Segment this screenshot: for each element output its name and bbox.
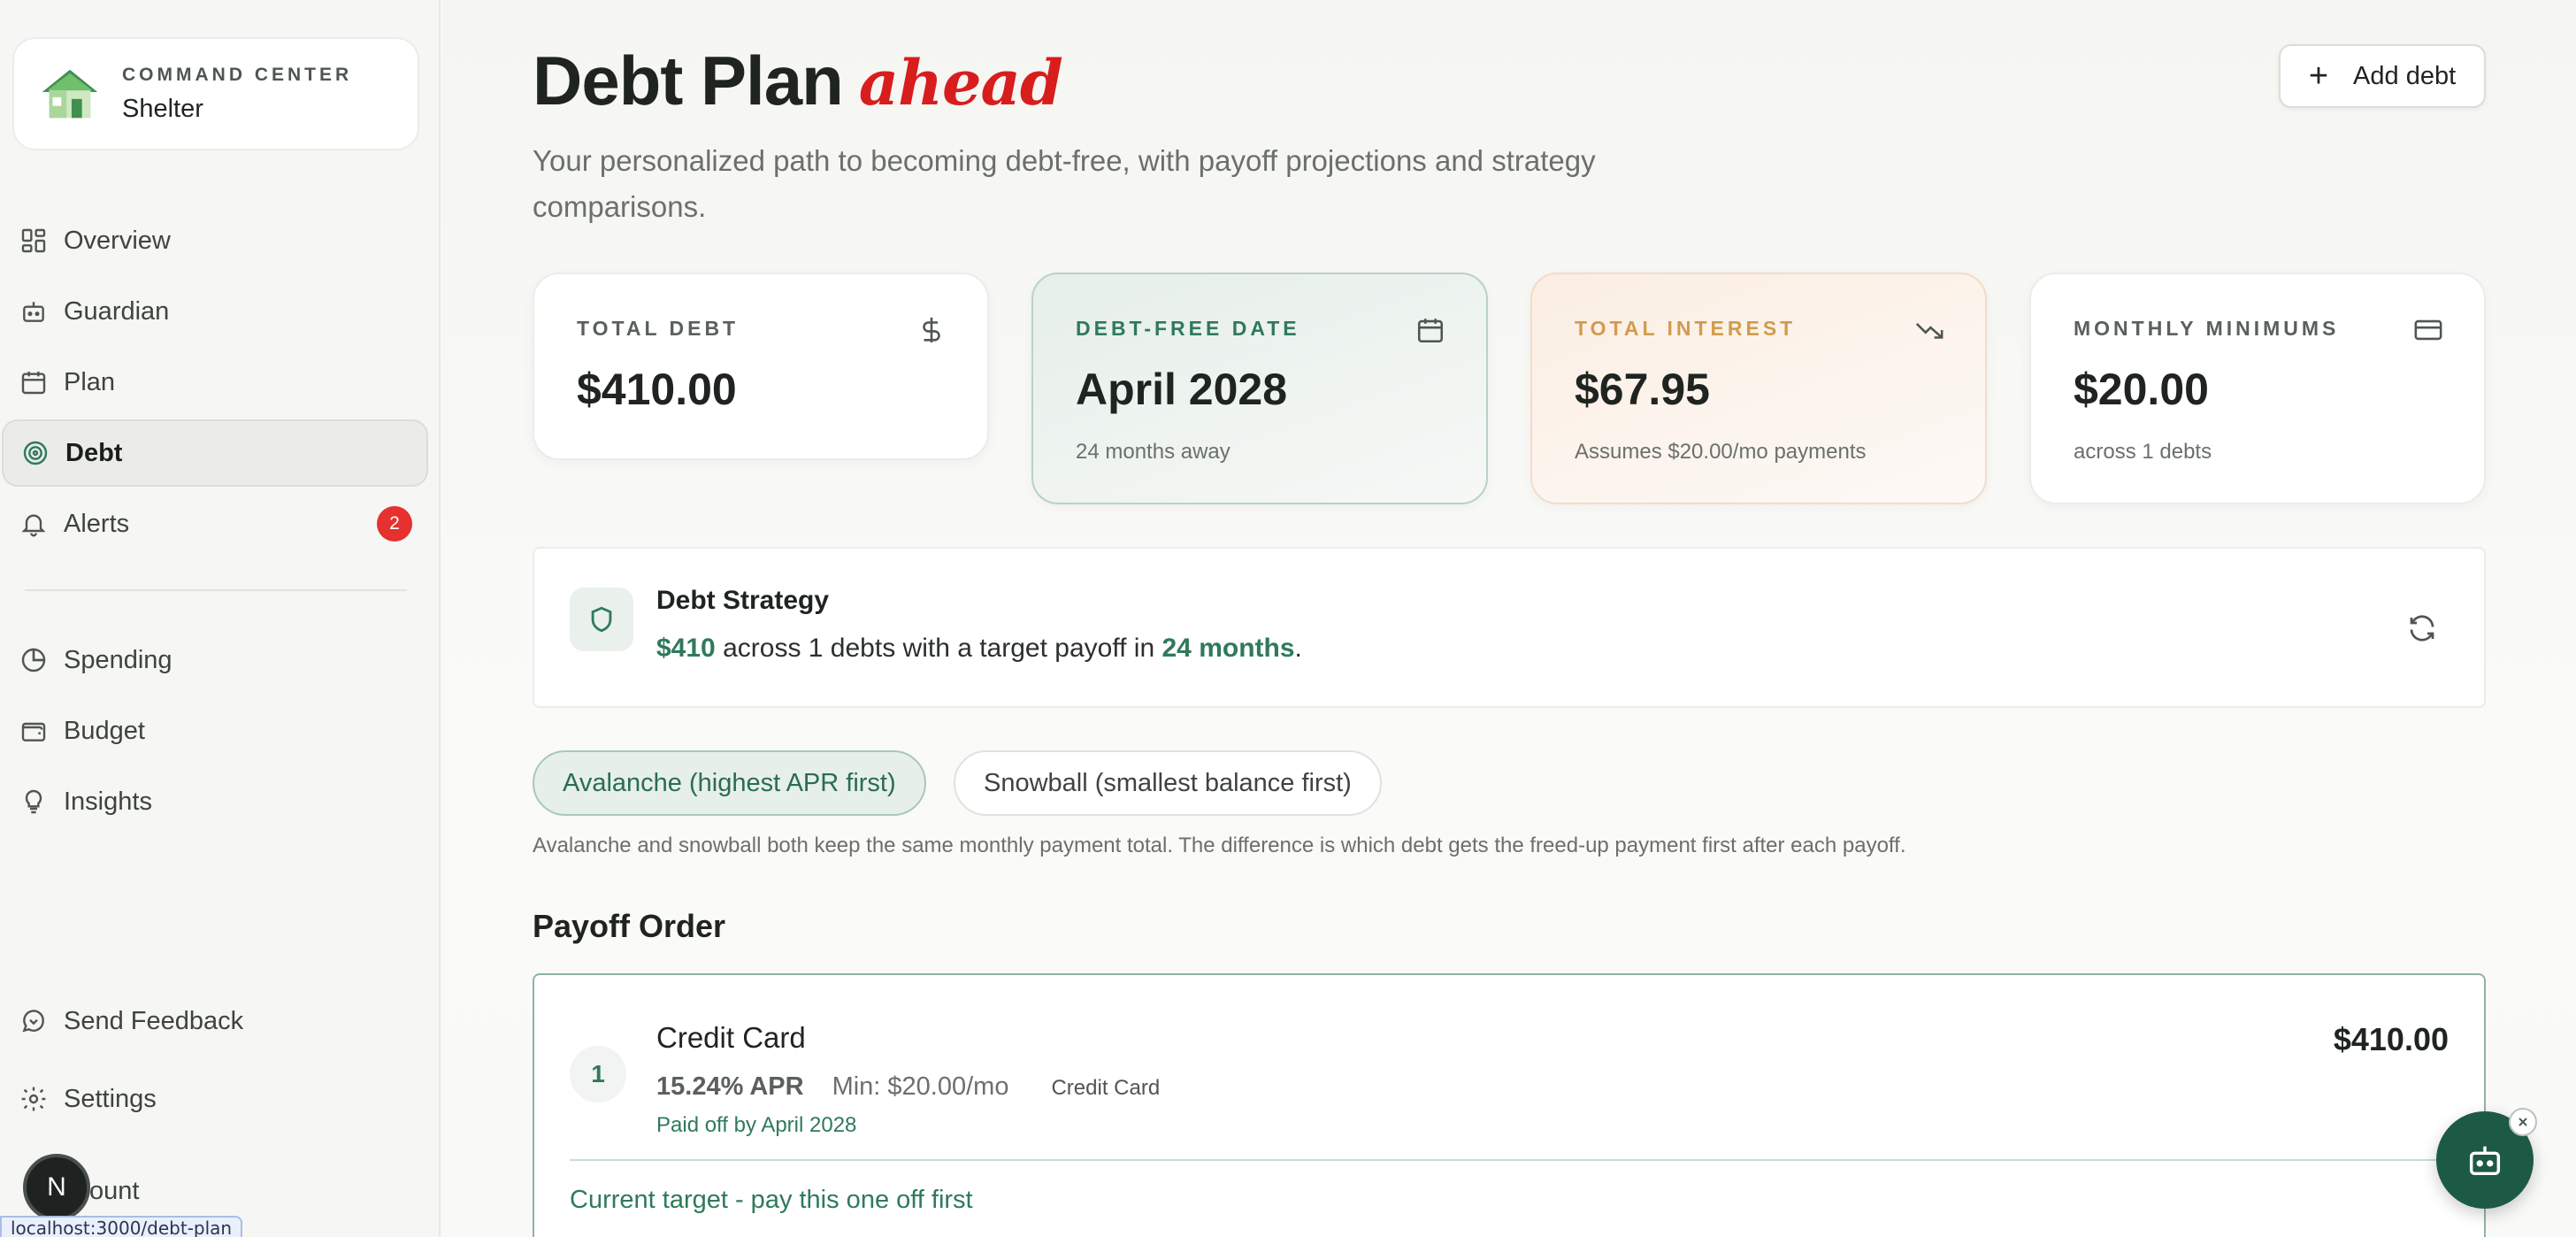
debt-divider (570, 1159, 2452, 1161)
pie-chart-icon (21, 648, 46, 672)
stat-card-total-interest: TOTAL INTEREST $67.95 Assumes $20.00/mo … (1530, 273, 1987, 504)
stat-label: TOTAL DEBT (577, 317, 740, 340)
settings-button[interactable]: Settings (2, 1065, 428, 1133)
alerts-count-badge: 2 (377, 506, 412, 542)
page-title-text: Debt Plan (533, 42, 844, 119)
payoff-order-title: Payoff Order (533, 908, 726, 944)
strategy-shield-badge (570, 588, 633, 651)
sidebar-divider (25, 589, 407, 591)
stat-label: DEBT-FREE DATE (1076, 317, 1300, 340)
current-target-note: Current target - pay this one off first (570, 1186, 973, 1214)
brand-card[interactable]: COMMAND CENTER Shelter (12, 37, 419, 150)
stat-label: TOTAL INTEREST (1575, 317, 1797, 340)
debt-card[interactable]: 1 Credit Card $410.00 15.24% APR Min: $2… (533, 973, 2486, 1237)
refresh-icon[interactable] (2406, 612, 2438, 644)
strategy-summary: $410 across 1 debts with a target payoff… (656, 634, 1302, 664)
brand-kicker: COMMAND CENTER (122, 64, 353, 85)
wallet-icon (21, 722, 46, 741)
stat-value: $67.95 (1575, 365, 1710, 414)
sidebar-item-plan[interactable]: Plan (2, 349, 428, 416)
debt-min-payment: Min: $20.00/mo (832, 1072, 1009, 1101)
plus-icon: + (2308, 57, 2329, 95)
debt-apr: 15.24% APR (656, 1072, 804, 1101)
stat-value: April 2028 (1076, 365, 1288, 414)
bell-icon (21, 514, 46, 537)
gear-icon (21, 1087, 46, 1111)
stat-sub: 24 months away (1076, 440, 1230, 464)
stat-value: $410.00 (577, 365, 737, 414)
stat-sub: across 1 debts (2074, 440, 2212, 464)
assistant-close-button[interactable] (2509, 1108, 2537, 1136)
add-debt-button[interactable]: + Add debt (2279, 44, 2486, 108)
sidebar-item-insights[interactable]: Insights (2, 768, 428, 835)
sidebar-item-label: Overview (64, 226, 171, 255)
target-icon (23, 441, 48, 465)
debt-amount: $410.00 (2333, 1021, 2449, 1057)
brand-name: Shelter (122, 94, 203, 123)
stat-sub: Assumes $20.00/mo payments (1575, 440, 1867, 464)
send-feedback-button[interactable]: Send Feedback (2, 987, 428, 1055)
sidebar-item-budget[interactable]: Budget (2, 697, 428, 764)
sidebar-item-label: Guardian (64, 296, 170, 326)
stat-label: MONTHLY MINIMUMS (2074, 317, 2340, 340)
trending-down-icon (1915, 323, 1944, 339)
close-icon (2518, 1118, 2527, 1126)
feedback-icon (22, 1010, 44, 1033)
calendar-icon (1417, 319, 1444, 343)
stat-card-debt-free-date: DEBT-FREE DATE April 2028 24 months away (1031, 273, 1488, 504)
stat-value: $20.00 (2074, 365, 2209, 414)
sidebar-item-label: Plan (64, 367, 116, 396)
sidebar-item-label: Alerts (64, 509, 130, 538)
sidebar-item-label: Spending (64, 645, 172, 674)
page-title-accent: ahead (858, 46, 1063, 119)
shield-icon (591, 606, 612, 633)
sidebar-item-label: Send Feedback (64, 1006, 244, 1035)
strategy-text-mid: across 1 debts with a target payoff in (715, 634, 1162, 663)
sidebar-item-debt[interactable]: Debt (2, 419, 428, 487)
add-debt-label: Add debt (2353, 61, 2457, 90)
debt-meta: 15.24% APR Min: $20.00/mo Credit Card (656, 1072, 1160, 1102)
house-logo-icon (42, 69, 98, 119)
page-subtitle: Your personalized path to becoming debt-… (533, 144, 1596, 223)
calendar-icon (21, 372, 46, 395)
robot-icon (2469, 1146, 2501, 1176)
debt-name: Credit Card (656, 1021, 806, 1054)
avatar[interactable]: N (23, 1154, 90, 1221)
snowball-strategy-tab[interactable]: Snowball (smallest balance first) (954, 750, 1382, 816)
sidebar-item-alerts[interactable]: Alerts 2 (2, 490, 428, 557)
sidebar-item-guardian[interactable]: Guardian (2, 278, 428, 345)
debt-strategy-panel: Debt Strategy $410 across 1 debts with a… (533, 547, 2486, 708)
strategy-months: 24 months (1162, 634, 1295, 663)
robot-icon (23, 302, 44, 322)
page-title: Debt Plan ahead (533, 41, 1063, 121)
sidebar-item-spending[interactable]: Spending (2, 626, 428, 694)
strategy-title: Debt Strategy (656, 586, 830, 615)
sidebar: COMMAND CENTER Shelter Overview Guardian… (0, 0, 441, 1237)
sidebar-item-label: Settings (64, 1084, 157, 1113)
debt-type: Credit Card (1051, 1076, 1161, 1100)
sidebar-item-label: Debt (65, 438, 123, 467)
strategy-amount: $410 (656, 634, 716, 663)
debt-payoff-date: Paid off by April 2028 (656, 1113, 857, 1137)
payoff-rank: 1 (570, 1046, 626, 1103)
strategy-text-end: . (1294, 634, 1302, 663)
status-url-tooltip: localhost:3000/debt-plan (0, 1216, 243, 1237)
stat-card-monthly-minimums: MONTHLY MINIMUMS $20.00 across 1 debts (2029, 273, 2486, 504)
sidebar-item-overview[interactable]: Overview (2, 207, 428, 274)
sidebar-item-label: Budget (64, 716, 145, 745)
credit-card-icon (2414, 319, 2442, 341)
strategy-note: Avalanche and snowball both keep the sam… (533, 834, 1906, 857)
avalanche-strategy-tab[interactable]: Avalanche (highest APR first) (533, 750, 926, 816)
lightbulb-icon (25, 789, 42, 814)
sidebar-item-label: Insights (64, 787, 152, 816)
dollar-icon (923, 317, 940, 343)
main-content: Debt Plan ahead Your personalized path to… (442, 0, 2576, 1237)
grid-icon (21, 228, 46, 253)
stat-card-total-debt: TOTAL DEBT $410.00 (533, 273, 989, 460)
